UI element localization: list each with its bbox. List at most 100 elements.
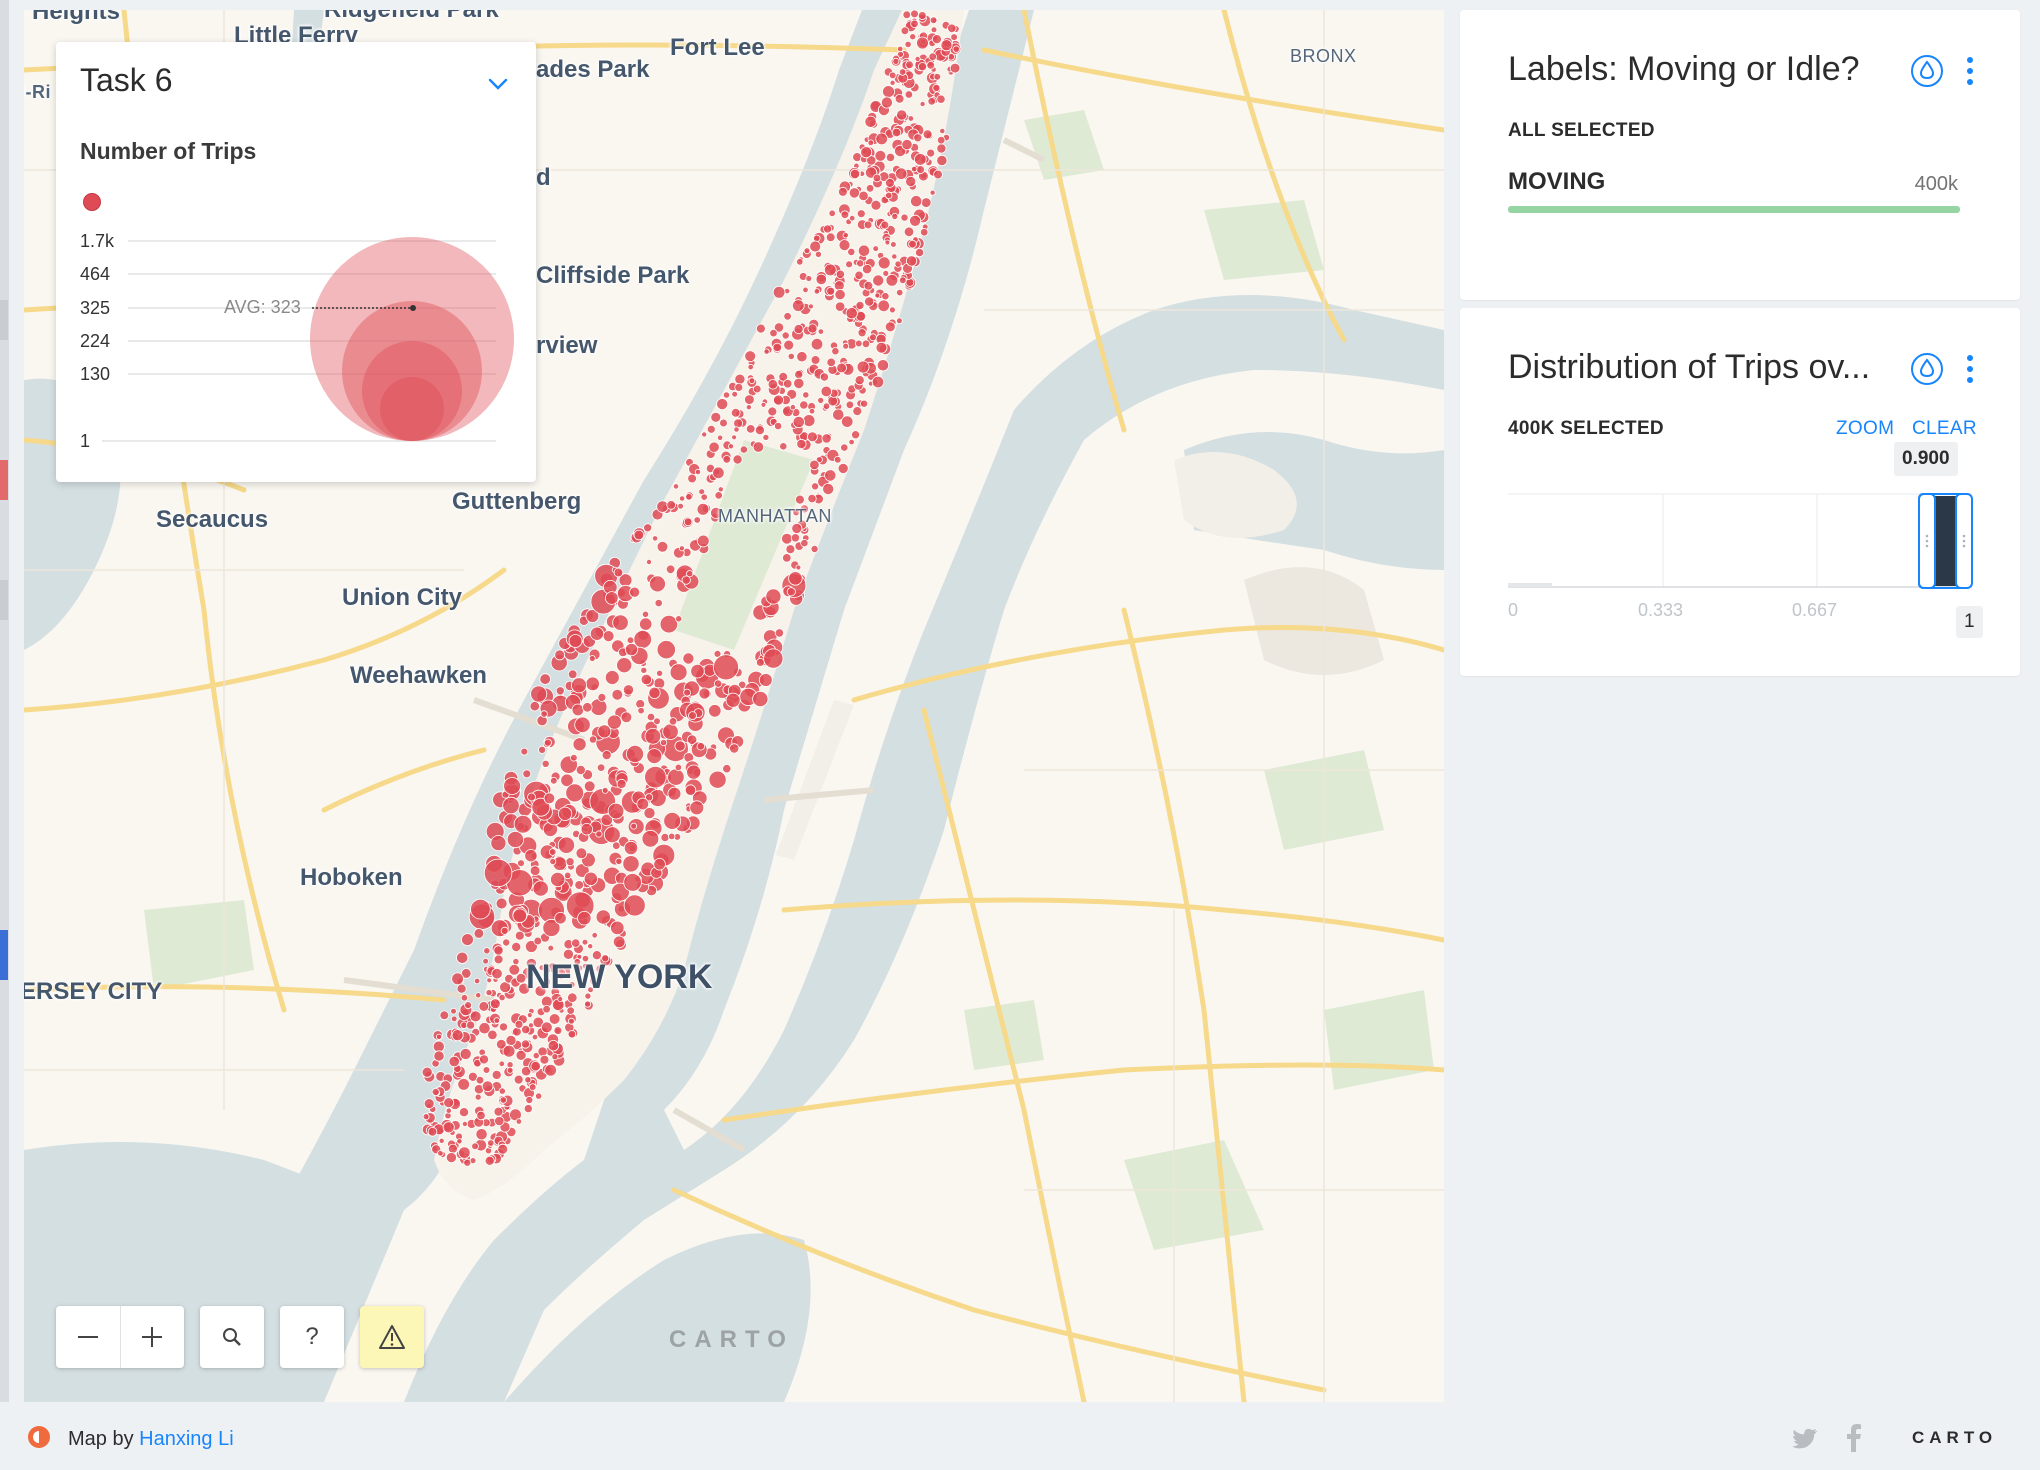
place-label: Union City xyxy=(342,584,462,611)
place-label: BRONX xyxy=(1290,46,1357,66)
trip-point xyxy=(487,1029,498,1041)
trip-point xyxy=(796,258,804,266)
trip-point xyxy=(506,1066,514,1074)
trip-point xyxy=(841,415,854,428)
trip-point xyxy=(803,247,811,255)
trip-point xyxy=(793,377,805,389)
trip-point xyxy=(683,517,693,527)
trip-point xyxy=(487,1139,495,1147)
trip-point xyxy=(486,977,493,984)
trip-point xyxy=(567,669,578,680)
trip-point xyxy=(701,431,708,438)
trip-point xyxy=(815,273,828,286)
trip-point xyxy=(498,1087,506,1095)
trip-point xyxy=(656,669,664,677)
trip-point xyxy=(460,994,469,1002)
trip-point xyxy=(773,394,785,406)
trip-point xyxy=(854,270,864,280)
trip-point xyxy=(514,930,525,941)
trip-point xyxy=(882,85,895,98)
trip-point xyxy=(837,462,849,474)
trip-point xyxy=(475,992,482,999)
help-button[interactable]: ? xyxy=(280,1306,344,1368)
author-link[interactable]: Hanxing Li xyxy=(139,1428,234,1450)
trip-point xyxy=(687,473,697,484)
trip-point xyxy=(583,780,596,793)
twitter-icon[interactable] xyxy=(1790,1428,1820,1450)
legend-tick: 130 xyxy=(80,364,111,384)
trip-point xyxy=(580,823,594,836)
carto-brand[interactable]: CARTO xyxy=(1912,1428,1997,1448)
trip-point xyxy=(888,71,897,80)
trip-point xyxy=(708,441,720,453)
trip-point xyxy=(532,880,549,897)
color-by-icon[interactable] xyxy=(1910,54,1944,88)
trip-point xyxy=(531,1033,539,1041)
trip-point xyxy=(547,944,555,952)
trip-point xyxy=(823,263,837,277)
trip-point xyxy=(447,1143,458,1154)
trip-point xyxy=(435,1033,443,1040)
trip-point xyxy=(513,814,533,834)
trip-point xyxy=(854,375,865,386)
trip-point xyxy=(610,920,625,936)
trip-point xyxy=(926,60,935,70)
trip-point xyxy=(823,224,833,234)
category-widget: Labels: Moving or Idle? ALL SELECTED MOV… xyxy=(1460,10,2020,300)
trip-point xyxy=(910,10,919,19)
trip-point xyxy=(475,1075,485,1085)
trip-point xyxy=(779,442,788,451)
trip-point xyxy=(458,1146,471,1159)
search-icon xyxy=(223,1328,241,1346)
histogram-chart[interactable] xyxy=(1460,308,2020,676)
search-button[interactable] xyxy=(200,1306,264,1368)
trip-point xyxy=(646,712,656,722)
facebook-icon[interactable] xyxy=(1846,1424,1862,1452)
trip-point xyxy=(474,1093,482,1101)
trip-point xyxy=(502,796,520,815)
trip-point xyxy=(489,998,501,1010)
trip-point xyxy=(799,400,809,410)
trip-point xyxy=(851,430,861,440)
trip-point xyxy=(589,626,605,641)
trip-point xyxy=(494,1115,505,1127)
trip-point xyxy=(857,244,871,257)
zoom-in-button[interactable] xyxy=(120,1306,184,1368)
carto-logo-icon[interactable] xyxy=(28,1426,50,1448)
trip-point xyxy=(848,438,855,446)
more-options-icon[interactable] xyxy=(1966,56,1974,86)
trip-point xyxy=(898,68,907,76)
trip-point xyxy=(484,1155,495,1166)
trip-point xyxy=(876,359,890,372)
footer: Map by Hanxing Li CARTO xyxy=(0,1402,2040,1470)
trip-point xyxy=(575,847,588,860)
trip-point xyxy=(665,564,676,575)
trip-point xyxy=(690,664,705,679)
trip-point xyxy=(892,57,900,65)
legend-tick: 464 xyxy=(80,264,111,284)
warning-button[interactable] xyxy=(360,1306,424,1368)
trip-point xyxy=(896,317,903,325)
trip-point xyxy=(870,199,882,211)
axis-label: 0.667 xyxy=(1792,600,1838,620)
trip-point xyxy=(834,288,846,301)
trip-point xyxy=(669,663,688,682)
trip-point xyxy=(639,617,653,631)
trip-point xyxy=(922,129,933,140)
trip-point xyxy=(891,127,902,138)
place-label: Cliffside Park xyxy=(536,262,690,289)
trip-point xyxy=(660,833,670,843)
trip-point xyxy=(538,745,547,754)
trip-point xyxy=(629,586,641,598)
zoom-out-button[interactable] xyxy=(56,1306,120,1368)
trip-point xyxy=(733,426,740,433)
legend-tick: 224 xyxy=(80,331,111,351)
trip-point xyxy=(616,657,633,674)
trip-point xyxy=(520,1039,531,1049)
trip-point xyxy=(875,132,888,146)
selection-status: ALL SELECTED xyxy=(1508,120,1655,141)
trip-point xyxy=(836,362,847,374)
trip-point xyxy=(789,404,797,411)
place-label: Guttenberg xyxy=(452,488,582,515)
trip-point xyxy=(604,670,620,685)
